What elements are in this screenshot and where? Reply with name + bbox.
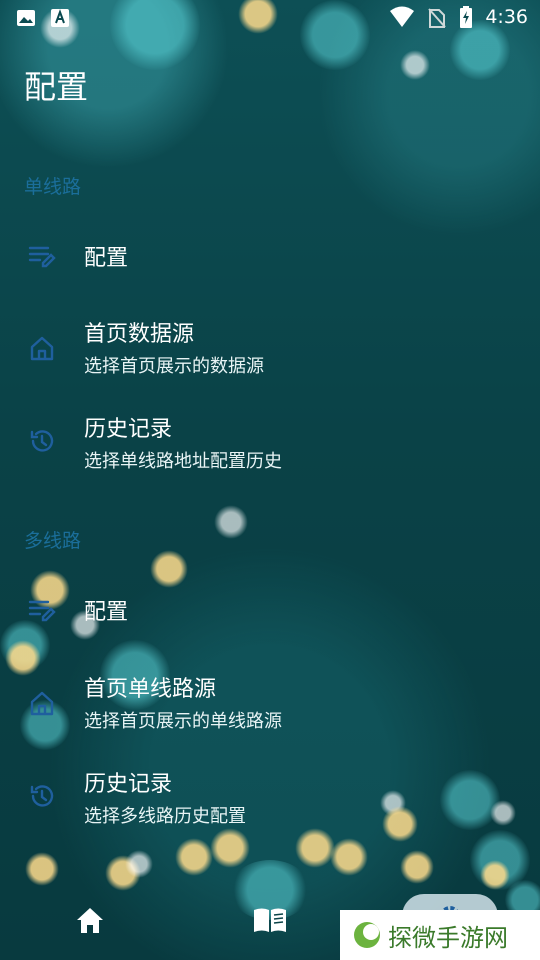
single-line-history-item[interactable]: 历史记录 选择单线路地址配置历史 [0,395,540,485]
multi-line-history-item[interactable]: 历史记录 选择多线路历史配置 [0,750,540,840]
home-icon [28,689,56,717]
clock: 4:36 [485,6,528,28]
nav-library-button[interactable] [246,898,294,946]
item-title: 历史记录 [84,772,173,797]
no-sim-icon [427,7,447,28]
history-icon [28,782,56,810]
watermark-logo-icon [352,920,382,950]
history-icon [28,427,56,455]
item-title: 历史记录 [84,417,173,442]
image-icon [16,8,36,28]
item-subtitle: 选择单线路地址配置历史 [84,451,282,472]
font-a-icon [50,8,70,28]
item-title: 配置 [84,246,129,271]
nav-home-button[interactable] [66,898,114,946]
status-bar: 4:36 [0,0,540,36]
item-subtitle: 选择多线路历史配置 [84,806,246,827]
multi-line-config-item[interactable]: 配置 [0,564,540,654]
home-filled-icon [75,906,105,938]
single-line-config-item[interactable]: 配置 [0,210,540,300]
section-header-single-line: 单线路 [24,176,82,198]
edit-list-icon [28,242,56,270]
home-icon [28,334,56,362]
page-title: 配置 [24,68,89,106]
edit-list-icon [28,596,56,624]
multi-line-homepage-source-item[interactable]: 首页单线路源 选择首页展示的单线路源 [0,655,540,745]
section-header-multi-line: 多线路 [24,530,82,552]
battery-charging-icon [459,6,473,28]
item-subtitle: 选择首页展示的单线路源 [84,711,282,732]
item-title: 首页数据源 [84,322,195,347]
item-title: 配置 [84,600,129,625]
book-icon [252,906,288,938]
watermark-text: 探微手游网 [388,923,508,952]
wifi-icon [389,6,415,28]
single-line-homepage-source-item[interactable]: 首页数据源 选择首页展示的数据源 [0,300,540,390]
watermark-badge: 探微手游网 [340,910,540,960]
item-title: 首页单线路源 [84,677,217,702]
item-subtitle: 选择首页展示的数据源 [84,356,264,377]
